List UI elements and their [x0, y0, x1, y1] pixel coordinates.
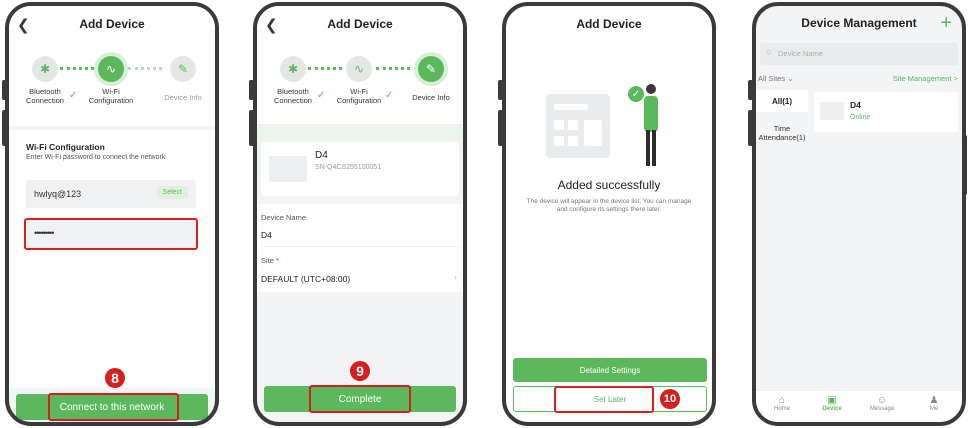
category-list: All(1) Time Attendance(1) [756, 90, 808, 386]
person-figure [644, 96, 658, 132]
device-icon: ▣ [827, 395, 837, 406]
edit-icon: ✎ [418, 56, 444, 82]
step-device-info: Device Info [164, 93, 202, 102]
ssid-value: hwlyq@123 [34, 189, 82, 199]
search-placeholder: Device Name [778, 49, 824, 58]
device-name-input[interactable]: D4 [261, 230, 272, 240]
phone-screen-device-management: Device Management + ○ Device Name All Si… [752, 2, 966, 426]
check-icon: ✓ [69, 90, 78, 101]
message-icon: ☺ [876, 395, 888, 406]
wifi-icon: ∿ [98, 56, 124, 82]
step-bluetooth: Bluetooth Connection [26, 87, 64, 105]
step-badge-9: 9 [350, 361, 370, 381]
check-badge-icon: ✓ [628, 86, 644, 102]
device-serial: SN-Q4CS255100051 [315, 164, 382, 171]
search-icon: ○ [766, 47, 772, 57]
password-highlight [24, 218, 198, 250]
bluetooth-icon: ✱ [280, 56, 306, 82]
back-icon[interactable]: ❮ [265, 16, 278, 34]
check-icon: ✓ [317, 90, 326, 101]
step-badge-8: 8 [105, 368, 125, 388]
home-icon: ⌂ [778, 395, 786, 406]
device-form: Device Name D4 Site * DEFAULT (UTC+08:00… [257, 204, 463, 292]
page-title: Add Device [79, 17, 145, 31]
wifi-description: Enter Wi-Fi password to connect the netw… [26, 154, 166, 161]
phone-screen-wifi: ❮ Add Device ✱ Bluetooth Connection ✓ ∿ … [5, 2, 219, 426]
site-filter[interactable]: All Sites ⌄ [758, 74, 793, 83]
step-wifi: Wi-Fi Configuration [336, 87, 382, 105]
select-button[interactable]: Select [156, 186, 188, 199]
success-illustration: ✓ [546, 74, 676, 170]
add-device-icon[interactable]: + [940, 12, 952, 35]
device-name: D4 [850, 100, 861, 110]
page-title: Add Device [327, 17, 393, 31]
chevron-right-icon: › [454, 272, 457, 282]
check-icon: ✓ [385, 90, 394, 101]
device-name: D4 [315, 150, 328, 161]
user-icon: ♟ [929, 395, 939, 406]
detailed-settings-button[interactable]: Detailed Settings [513, 358, 707, 382]
ssid-field[interactable]: hwlyq@123 Select [26, 180, 196, 208]
device-name-label: Device Name [261, 213, 307, 222]
step-wifi: Wi-Fi Configuration [88, 87, 134, 105]
device-card: D4 SN-Q4CS255100051 [261, 142, 459, 196]
search-input[interactable]: ○ Device Name [760, 43, 958, 65]
stepper: ✱ Bluetooth Connection ✓ ∿ Wi-Fi Configu… [257, 56, 463, 116]
site-select[interactable]: DEFAULT (UTC+08:00) [261, 274, 350, 284]
set-later-highlight [554, 386, 654, 413]
step-bluetooth: Bluetooth Connection [274, 87, 312, 105]
stepper: ✱ Bluetooth Connection ✓ ∿ Wi-Fi Configu… [9, 56, 215, 116]
header: ❮ Add Device [257, 6, 463, 42]
category-time-attendance[interactable]: Time Attendance(1) [756, 124, 808, 142]
nav-device[interactable]: ▣ Device [812, 395, 852, 412]
site-management-link[interactable]: Site Management > [893, 74, 958, 83]
nav-home[interactable]: ⌂ Home [762, 395, 802, 412]
success-description: The device will appear in the device lis… [526, 198, 692, 214]
category-all[interactable]: All(1) [756, 90, 808, 112]
step-badge-10: 10 [660, 389, 680, 409]
success-title: Added successfully [557, 178, 661, 192]
bluetooth-icon: ✱ [32, 56, 58, 82]
nav-me[interactable]: ♟ Me [914, 395, 954, 412]
chevron-down-icon: ⌄ [787, 74, 794, 83]
wifi-icon: ∿ [346, 56, 372, 82]
device-thumbnail [820, 102, 844, 120]
bottom-nav: ⌂ Home ▣ Device ☺ Message ♟ Me [756, 390, 962, 422]
wifi-heading: Wi-Fi Configuration [26, 142, 105, 152]
header: Add Device [506, 6, 712, 42]
connect-highlight [48, 393, 179, 421]
device-list-item[interactable]: D4 Online [814, 92, 958, 132]
page-title: Device Management [801, 16, 917, 30]
header: Device Management + [756, 6, 962, 40]
site-label: Site * [261, 256, 279, 265]
page-title: Add Device [576, 17, 642, 31]
header: ❮ Add Device [9, 6, 215, 42]
complete-highlight [309, 385, 411, 413]
phone-screen-device-info: ❮ Add Device ✱ Bluetooth Connection ✓ ∿ … [253, 2, 467, 426]
wifi-card: Wi-Fi Configuration Enter Wi-Fi password… [9, 130, 215, 388]
phone-screen-success: Add Device ✓ Added successfully The devi… [502, 2, 716, 426]
device-status: Online [850, 114, 871, 121]
nav-message[interactable]: ☺ Message [862, 395, 902, 412]
device-thumbnail [269, 156, 307, 182]
step-device-info: Device Info [412, 93, 450, 102]
edit-icon: ✎ [170, 56, 196, 82]
back-icon[interactable]: ❮ [17, 16, 30, 34]
